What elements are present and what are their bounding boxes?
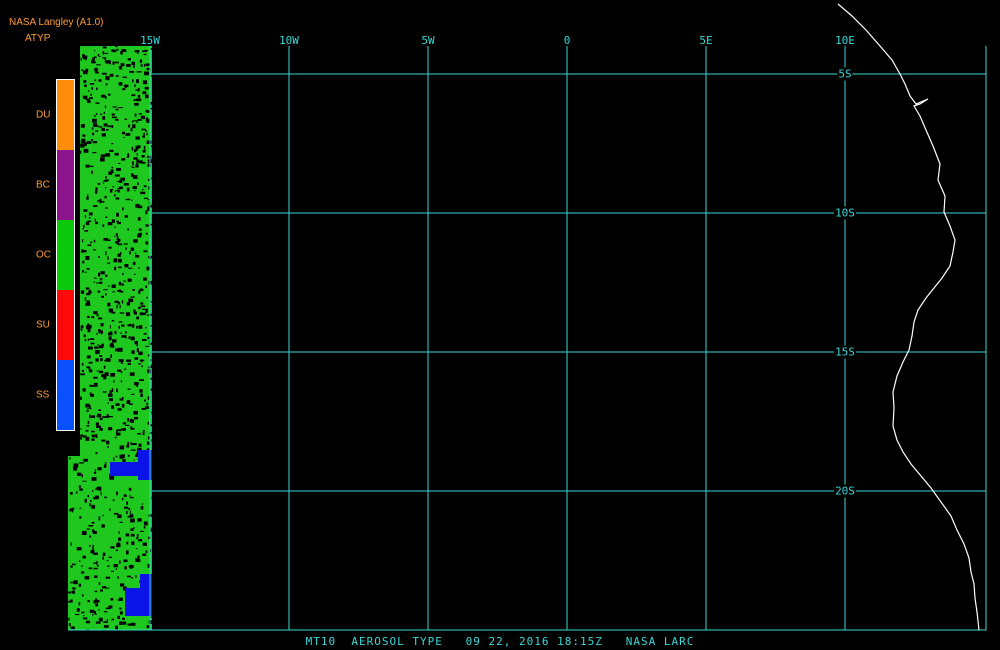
legend-label-su: SU [36, 319, 50, 331]
graticule [68, 46, 987, 631]
longitude-label: 5W [421, 34, 435, 47]
swath-ss-patch [125, 588, 152, 616]
legend-swatch-su [57, 290, 74, 360]
latitude-label: 10S [834, 206, 856, 220]
latitude-label: 20S [834, 484, 856, 498]
legend-swatch-du [57, 80, 74, 150]
legend-label-ss: SS [36, 389, 50, 401]
legend-label-bc: BC [36, 179, 50, 191]
legend-label-du: DU [36, 109, 51, 121]
map-canvas [56, 3, 987, 632]
latitude-label: 5S [837, 67, 853, 81]
longitude-label: 10E [835, 34, 855, 47]
longitude-label: 0 [563, 34, 571, 47]
legend-swatch-oc [57, 220, 74, 290]
swath-ss-patch [110, 462, 140, 476]
legend-swatch-ss [57, 360, 74, 430]
legend-label-oc: OC [36, 249, 51, 261]
product-code: ATYP [25, 33, 51, 44]
longitude-label: 5E [699, 34, 713, 47]
product-title: NASA Langley (A1.0) [9, 17, 104, 28]
longitude-label: 15W [140, 34, 160, 47]
aerosol-swath [68, 46, 156, 632]
latitude-label: 15S [834, 345, 856, 359]
product-footer: MT10 AEROSOL TYPE 09 22, 2016 18:15Z NAS… [305, 635, 695, 648]
legend-color-bar [56, 79, 75, 431]
longitude-label: 10W [279, 34, 299, 47]
legend-swatch-bc [57, 150, 74, 220]
coastline [837, 3, 980, 631]
